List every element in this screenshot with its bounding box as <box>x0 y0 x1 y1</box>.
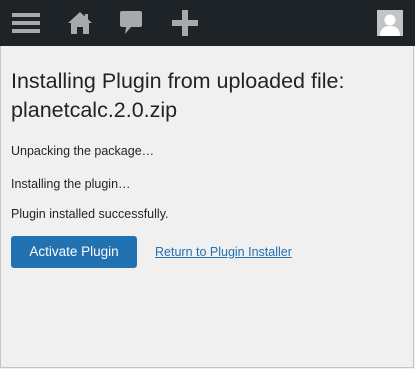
comments-button[interactable] <box>116 0 146 46</box>
return-to-installer-link[interactable]: Return to Plugin Installer <box>155 244 292 260</box>
comment-icon <box>119 10 143 36</box>
site-home-button[interactable] <box>64 0 96 46</box>
status-message-unpacking: Unpacking the package… <box>11 144 155 158</box>
status-message-success: Plugin installed successfully. <box>11 207 169 221</box>
new-content-button[interactable] <box>170 0 200 46</box>
status-message-installing: Installing the plugin… <box>11 177 131 191</box>
plus-icon <box>172 10 198 36</box>
page-title: Installing Plugin from uploaded file: pl… <box>11 69 345 122</box>
avatar-icon <box>377 10 403 36</box>
home-icon <box>67 11 93 35</box>
menu-icon <box>12 12 40 34</box>
my-account-button[interactable] <box>376 0 404 46</box>
activate-plugin-button[interactable]: Activate Plugin <box>11 236 137 268</box>
admin-bar <box>0 0 415 46</box>
menu-toggle-button[interactable] <box>4 0 48 46</box>
